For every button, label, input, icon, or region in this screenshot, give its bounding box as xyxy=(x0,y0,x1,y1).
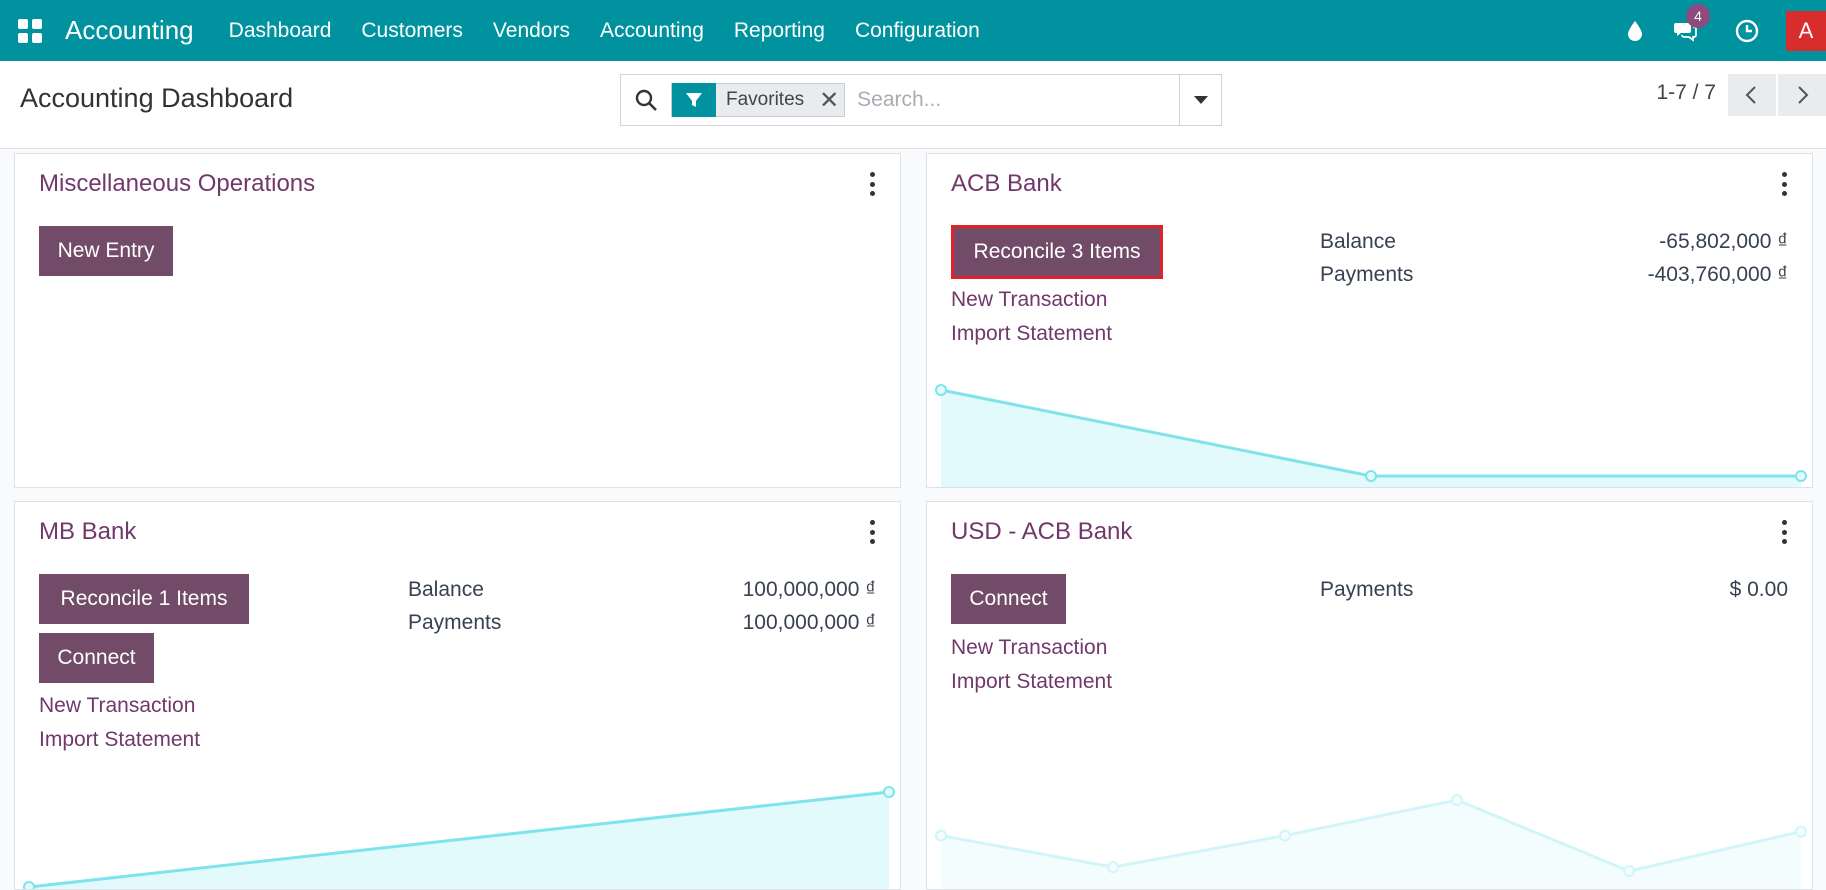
new-transaction-link[interactable]: New Transaction xyxy=(39,694,195,718)
navbar-systray: 4 A xyxy=(1610,0,1826,61)
search-facet: Favorites ✕ xyxy=(671,83,846,117)
menu-customers[interactable]: Customers xyxy=(346,19,478,43)
search-bar: Favorites ✕ xyxy=(620,74,1222,126)
search-icon[interactable] xyxy=(621,75,671,125)
graph-point xyxy=(1365,470,1377,482)
graph-area xyxy=(941,800,1801,889)
balance-label: Balance xyxy=(1320,230,1396,253)
graph-point xyxy=(1795,470,1807,482)
remove-facet-close-icon[interactable]: ✕ xyxy=(814,83,844,117)
import-statement-link[interactable]: Import Statement xyxy=(951,670,1112,694)
user-avatar[interactable]: A xyxy=(1786,10,1826,51)
control-panel: Accounting Dashboard Favorites ✕ 1-7 / 7 xyxy=(0,61,1826,149)
journal-title[interactable]: Miscellaneous Operations xyxy=(39,170,315,198)
card-options-kebab-icon[interactable] xyxy=(1778,520,1790,544)
import-statement-link[interactable]: Import Statement xyxy=(39,728,200,752)
graph-point xyxy=(1623,865,1635,878)
new-transaction-link[interactable]: New Transaction xyxy=(951,288,1107,312)
import-statement-link[interactable]: Import Statement xyxy=(951,322,1112,346)
pager-next-icon[interactable] xyxy=(1778,74,1826,116)
graph-point xyxy=(23,881,35,889)
reconcile-items-button[interactable]: Reconcile 1 Items xyxy=(39,574,249,624)
new-entry-button[interactable]: New Entry xyxy=(39,226,173,276)
menu-vendors[interactable]: Vendors xyxy=(478,19,585,43)
filter-icon xyxy=(672,83,716,117)
graph-point xyxy=(935,829,947,842)
menu-dashboard[interactable]: Dashboard xyxy=(214,19,347,43)
activity-clock-icon[interactable] xyxy=(1722,0,1772,61)
menu-reporting[interactable]: Reporting xyxy=(719,19,840,43)
payments-label: Payments xyxy=(408,611,502,634)
card-options-kebab-icon[interactable] xyxy=(866,172,878,196)
debug-droplet-icon[interactable] xyxy=(1610,0,1660,61)
payments-value[interactable]: 100,000,000 ₫ xyxy=(743,611,876,635)
app-name[interactable]: Accounting xyxy=(65,15,194,46)
messages-icon[interactable]: 4 xyxy=(1660,0,1710,61)
journal-card-usd-acb-bank: USD - ACB Bank Connect New Transaction I… xyxy=(926,501,1813,890)
top-navbar: Accounting Dashboard Customers Vendors A… xyxy=(0,0,1826,61)
page-title: Accounting Dashboard xyxy=(20,83,294,113)
facet-label: Favorites xyxy=(726,89,805,110)
balance-trend-graph xyxy=(935,384,1807,487)
menu-configuration[interactable]: Configuration xyxy=(840,19,995,43)
graph-point xyxy=(1279,829,1291,842)
balance-value[interactable]: 100,000,000 ₫ xyxy=(743,578,876,602)
card-options-kebab-icon[interactable] xyxy=(866,520,878,544)
journal-card-misc: Miscellaneous Operations New Entry xyxy=(14,153,901,488)
journal-title[interactable]: USD - ACB Bank xyxy=(951,518,1132,546)
payments-value[interactable]: $ 0.00 xyxy=(1730,578,1788,602)
connect-button[interactable]: Connect xyxy=(951,574,1066,624)
grid-icon xyxy=(18,18,42,43)
card-options-kebab-icon[interactable] xyxy=(1778,172,1790,196)
payments-value[interactable]: -403,760,000 ₫ xyxy=(1648,263,1788,287)
payments-label: Payments xyxy=(1320,578,1414,601)
pager-previous-icon[interactable] xyxy=(1728,74,1776,116)
search-input[interactable] xyxy=(845,76,1179,124)
payments-label: Payments xyxy=(1320,263,1414,286)
sample-trend-graph xyxy=(935,794,1807,889)
connect-button[interactable]: Connect xyxy=(39,633,154,683)
graph-point xyxy=(883,786,895,798)
journal-title[interactable]: MB Bank xyxy=(39,518,136,546)
reconcile-items-button[interactable]: Reconcile 3 Items xyxy=(951,225,1163,279)
journal-card-acb-bank: ACB Bank Reconcile 3 Items New Transacti… xyxy=(926,153,1813,488)
balance-value[interactable]: -65,802,000 ₫ xyxy=(1659,230,1788,254)
new-transaction-link[interactable]: New Transaction xyxy=(951,636,1107,660)
graph-point xyxy=(1451,794,1463,806)
graph-point xyxy=(1795,825,1807,838)
graph-point xyxy=(935,384,947,396)
menu-accounting[interactable]: Accounting xyxy=(585,19,719,43)
apps-menu-icon[interactable] xyxy=(0,0,60,61)
balance-label: Balance xyxy=(408,578,484,601)
balance-trend-graph xyxy=(23,786,895,889)
journal-card-mb-bank: MB Bank Reconcile 1 Items Connect New Tr… xyxy=(14,501,901,890)
messages-count-badge: 4 xyxy=(1686,4,1710,28)
search-options-chevron-down-icon[interactable] xyxy=(1179,75,1221,125)
graph-point xyxy=(1107,861,1119,874)
pager-value[interactable]: 1-7 / 7 xyxy=(1656,81,1716,105)
journal-title[interactable]: ACB Bank xyxy=(951,170,1062,198)
